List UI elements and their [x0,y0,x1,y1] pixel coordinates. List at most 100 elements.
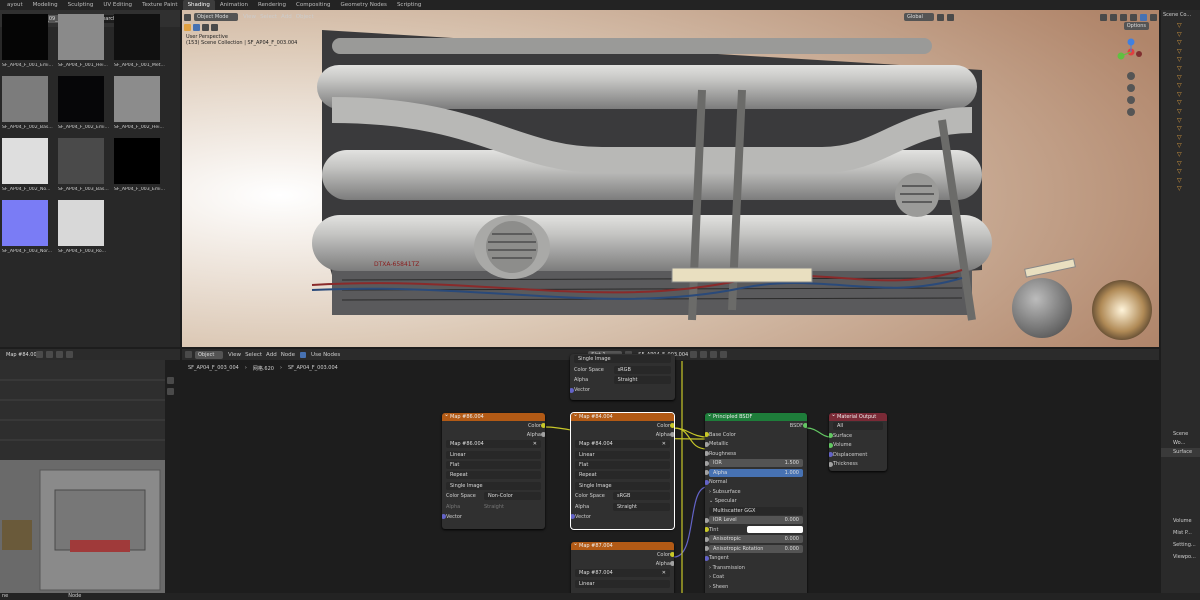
ior-field[interactable]: IOR 1.500 [709,459,803,468]
node-map-84[interactable]: Map #84.004 Color Alpha Map #84.004✕ Lin… [570,412,675,530]
scene-selector[interactable]: Scene [1161,430,1200,439]
mesh-icon[interactable]: ▽ [1177,91,1200,100]
projection-dropdown[interactable]: Flat [575,460,670,469]
tab-scripting[interactable]: Scripting [392,0,426,10]
material-preview-icon[interactable] [1140,13,1147,21]
image-name-field[interactable]: Map #84.004 [3,350,40,359]
gizmo-icon[interactable] [1110,13,1117,21]
editor-type-icon[interactable] [184,13,191,21]
source-dropdown[interactable]: Single Image [575,481,670,490]
properties-section[interactable]: Viewpo... [1173,553,1200,565]
file-thumbnail[interactable] [2,14,48,60]
options-button[interactable]: Options [1123,22,1149,30]
image-editor[interactable]: Map #84.004 [0,349,180,600]
anisotropic-rotation-field[interactable]: Anisotropic Rotation 0.000 [709,544,803,553]
visibility-icon[interactable] [1100,13,1107,21]
subsurface-panel[interactable]: › Subsurface [709,489,741,495]
select-subtract-icon[interactable] [211,24,218,31]
menu-select[interactable]: Select [258,14,279,20]
tab-sculpting[interactable]: Sculpting [63,0,99,10]
tab-rendering[interactable]: Rendering [253,0,291,10]
image-new-icon[interactable] [46,351,53,358]
mesh-icon[interactable]: ▽ [1177,177,1200,186]
mesh-icon[interactable]: ▽ [1177,125,1200,134]
sheen-panel[interactable]: › Sheen [709,584,728,590]
close-icon[interactable] [66,351,73,358]
mesh-icon[interactable]: ▽ [1177,117,1200,126]
menu-object[interactable]: Object [294,14,316,20]
image-open-icon[interactable] [56,351,63,358]
source-dropdown[interactable]: Single Image [574,355,671,364]
proportional-edit-icon[interactable] [947,13,954,21]
mesh-icon[interactable]: ▽ [1177,185,1200,194]
menu-view[interactable]: View [241,14,258,20]
mesh-icon[interactable]: ▽ [1177,74,1200,83]
extension-dropdown[interactable]: Repeat [575,471,670,480]
image-selector[interactable]: Map #84.004 ✕ [575,440,670,449]
navigation-gizmo[interactable] [1113,36,1149,136]
mesh-icon[interactable]: ▽ [1177,108,1200,117]
transmission-panel[interactable]: › Transmission [709,565,745,571]
color-space-dropdown[interactable]: Non-Color [484,492,541,501]
image-selector[interactable]: Map #87.004 ✕ [575,569,670,578]
tab-texture-paint[interactable]: Texture Paint [137,0,183,10]
file-thumbnail[interactable] [114,138,160,184]
properties-section[interactable]: Volume [1173,517,1200,529]
image-selector[interactable]: Map #86.004 ✕ [446,440,541,449]
snap-icon[interactable] [937,13,944,21]
surface-panel[interactable]: Surface [1161,448,1200,457]
interpolation-dropdown[interactable]: Linear [575,450,670,459]
properties-section[interactable]: Mist P... [1173,529,1200,541]
select-tool-icon[interactable] [184,24,191,31]
mesh-icon[interactable]: ▽ [1177,99,1200,108]
projection-dropdown[interactable]: Flat [446,460,541,469]
color-space-dropdown[interactable]: sRGB [613,492,670,501]
hand-icon[interactable] [167,388,174,395]
tab-ayout[interactable]: ayout [2,0,28,10]
node-editor[interactable]: Object ViewSelectAddNode Use Nodes Slot … [182,349,1159,600]
color-space-dropdown[interactable]: sRGB [613,365,671,374]
tint-color-swatch[interactable] [747,526,803,534]
select-extend-icon[interactable] [202,24,209,31]
world-selector[interactable]: Wo... [1161,439,1200,448]
tab-shading[interactable]: Shading [182,0,215,10]
mesh-icon[interactable]: ▽ [1177,160,1200,169]
tab-geometry-nodes[interactable]: Geometry Nodes [336,0,392,10]
mesh-icon[interactable]: ▽ [1177,134,1200,143]
file-thumbnail[interactable] [58,76,104,122]
source-dropdown[interactable]: Single Image [446,481,541,490]
file-thumbnail[interactable] [2,76,48,122]
xray-icon[interactable] [1130,13,1137,21]
tab-animation[interactable]: Animation [215,0,253,10]
interpolation-dropdown[interactable]: Linear [446,450,541,459]
extension-dropdown[interactable]: Repeat [446,471,541,480]
target-dropdown[interactable]: All [833,422,883,430]
node-material-output[interactable]: Material Output All Surface Volume Displ… [829,413,887,471]
mode-dropdown[interactable]: Object Mode [194,13,238,21]
node-image-texture-top[interactable]: Single Image Color Space sRGB Alpha Straig… [570,354,675,400]
mesh-icon[interactable]: ▽ [1177,151,1200,160]
file-thumbnail[interactable] [58,14,104,60]
node-map-86[interactable]: Map #86.004 Color Alpha Map #86.004✕ Lin… [442,413,545,529]
tab-modeling[interactable]: Modeling [28,0,63,10]
zoom-icon[interactable] [167,377,174,384]
mesh-icon[interactable]: ▽ [1177,31,1200,40]
mesh-icon[interactable]: ▽ [1177,142,1200,151]
file-thumbnail[interactable] [114,14,160,60]
transform-orientation-dropdown[interactable]: Global [904,13,934,21]
select-box-icon[interactable] [193,24,200,31]
tab-compositing[interactable]: Compositing [291,0,335,10]
file-thumbnail[interactable] [114,76,160,122]
mesh-icon[interactable]: ▽ [1177,168,1200,177]
coat-panel[interactable]: › Coat [709,574,724,580]
menu-add[interactable]: Add [279,14,294,20]
tab-uv-editing[interactable]: UV Editing [98,0,137,10]
mesh-icon[interactable]: ▽ [1177,65,1200,74]
3d-viewport[interactable]: DTXA-65841TZ Object Mode View Select Add Ob… [182,10,1159,347]
file-thumbnail[interactable] [2,200,48,246]
anisotropic-field[interactable]: Anisotropic 0.000 [709,535,803,544]
node-map-87[interactable]: Map #87.004 Color Alpha Map #87.004✕ Lin… [571,542,674,600]
ior-level-field[interactable]: IOR Level 0.000 [709,516,803,525]
mesh-icon[interactable]: ▽ [1177,56,1200,65]
rendered-shading-icon[interactable] [1150,13,1157,21]
